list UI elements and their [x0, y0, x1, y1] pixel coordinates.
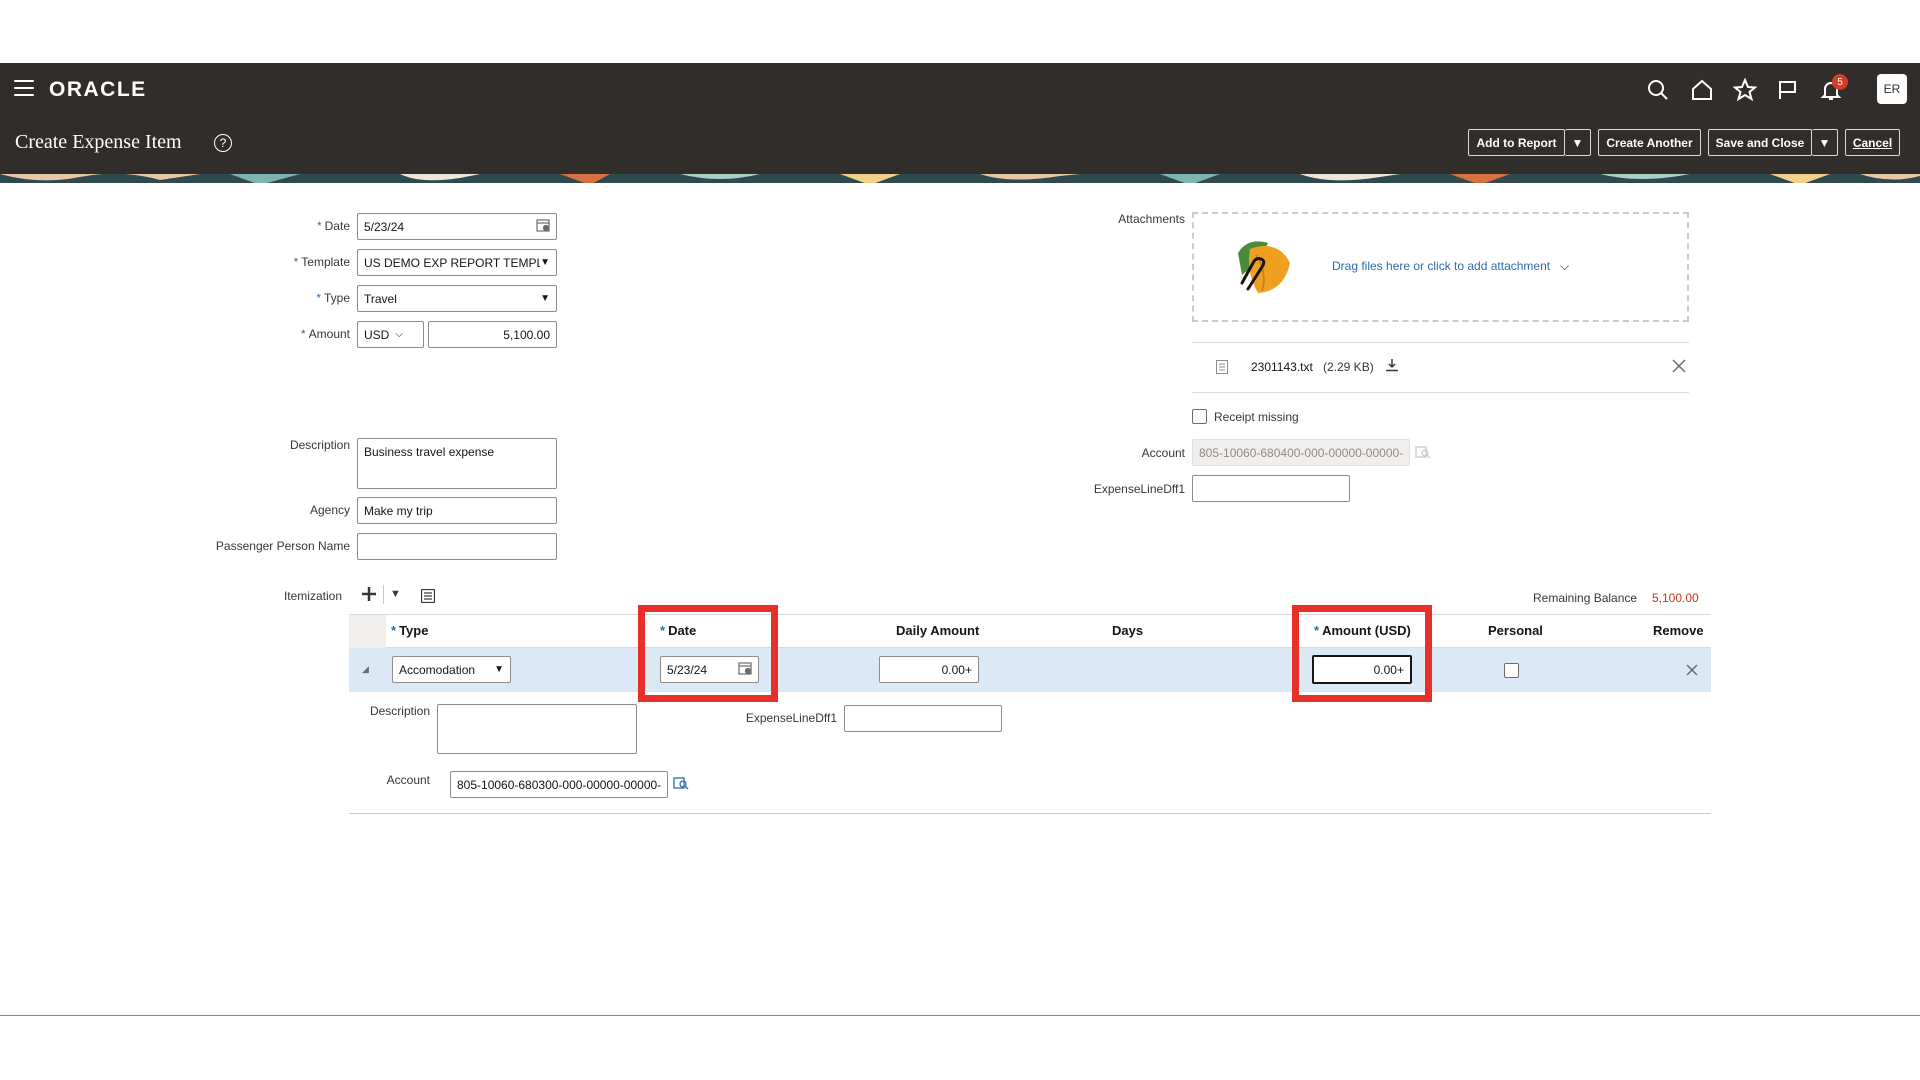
file-icon: [1216, 360, 1228, 374]
caret-down-icon[interactable]: ▼: [390, 588, 401, 600]
add-to-report-button[interactable]: Add to Report: [1468, 129, 1565, 156]
amount-input[interactable]: 5,100.00: [428, 321, 557, 348]
row-amount-usd-input[interactable]: 0.00+: [1312, 655, 1412, 684]
page-title: Create Expense Item: [15, 131, 182, 153]
caret-down-icon: ▼: [1818, 135, 1831, 150]
caret-down-icon: ▼: [1571, 135, 1584, 150]
row-daily-amount-input[interactable]: 0.00+: [879, 656, 979, 683]
expense-line-dff1-input[interactable]: [1192, 475, 1350, 502]
row-description-label: Description: [369, 704, 430, 718]
notification-count-badge: 5: [1832, 74, 1848, 90]
expense-line-dff1-label: ExpenseLineDff1: [1093, 482, 1185, 496]
column-header-daily-amount[interactable]: Daily Amount: [896, 623, 979, 638]
itemization-bottom-divider: [349, 813, 1711, 814]
description-label: Description: [289, 438, 350, 452]
chevron-down-icon: ▼: [540, 293, 550, 304]
row-expense-line-dff1-input[interactable]: [844, 705, 1002, 732]
search-icon[interactable]: [1644, 76, 1672, 104]
page-bottom-divider: [0, 1015, 1920, 1016]
account-field-readonly: 805-10060-680400-000-00000-00000-(: [1192, 439, 1410, 466]
passenger-person-name-input[interactable]: [357, 533, 557, 560]
attachment-divider: [1192, 392, 1689, 393]
chevron-down-icon[interactable]: ⌵: [1560, 259, 1569, 274]
row-expense-line-dff1-label: ExpenseLineDff1: [745, 711, 837, 725]
column-header-type[interactable]: * Type: [391, 623, 428, 638]
row-remove-icon[interactable]: [1686, 663, 1698, 676]
date-label: * Date: [316, 219, 350, 233]
agency-input[interactable]: Make my trip: [357, 497, 557, 524]
row-account-label: Account: [386, 773, 430, 787]
add-to-report-dropdown-button[interactable]: ▼: [1565, 129, 1591, 156]
toolbar-separator: [383, 585, 384, 604]
description-textarea[interactable]: Business travel expense: [357, 438, 557, 489]
remaining-balance-value: 5,100.00: [1652, 591, 1699, 605]
attachment-file-name[interactable]: 2301143.txt: [1251, 360, 1313, 374]
account-search-icon[interactable]: [1415, 444, 1431, 460]
flag-icon[interactable]: [1774, 76, 1802, 104]
receipt-missing-label: Receipt missing: [1214, 410, 1299, 424]
receipt-missing-checkbox[interactable]: [1192, 409, 1207, 424]
itemization-label: Itemization: [283, 589, 342, 603]
attachment-leaf-icon: [1228, 233, 1294, 299]
amount-column-highlight: [1292, 605, 1432, 702]
attachment-file-size: (2.29 KB): [1323, 360, 1374, 374]
account-label: Account: [1141, 446, 1185, 460]
type-label: * Type: [316, 291, 350, 305]
row-type-select[interactable]: Accomodation ▼: [392, 656, 511, 683]
type-select[interactable]: Travel ▼: [357, 285, 557, 312]
detach-table-icon[interactable]: [420, 588, 436, 604]
column-header-days[interactable]: Days: [1112, 623, 1143, 638]
attachments-label: Attachments: [1118, 212, 1185, 226]
remaining-balance-label: Remaining Balance: [1533, 591, 1638, 605]
oracle-logo[interactable]: ORACLE: [49, 78, 147, 102]
top-header-bar: [0, 63, 1920, 177]
save-and-close-dropdown-button[interactable]: ▼: [1812, 129, 1838, 156]
star-icon[interactable]: [1731, 76, 1759, 104]
add-icon[interactable]: [360, 585, 378, 603]
cancel-button[interactable]: Cancel: [1845, 129, 1900, 156]
passenger-person-name-label: Passenger Person Name: [215, 539, 350, 553]
user-avatar[interactable]: ER: [1877, 74, 1907, 104]
row-account-input[interactable]: 805-10060-680300-000-00000-00000-(: [450, 771, 668, 798]
date-field[interactable]: 5/23/24: [357, 213, 557, 240]
chevron-down-icon: ▼: [540, 257, 550, 268]
add-attachment-link[interactable]: Drag files here or click to add attachme…: [1332, 259, 1550, 273]
currency-select[interactable]: USD ⌵: [357, 321, 424, 348]
help-icon[interactable]: ?: [214, 134, 232, 152]
save-and-close-button[interactable]: Save and Close: [1708, 129, 1812, 156]
template-label: * Template: [293, 255, 350, 269]
row-description-textarea[interactable]: [437, 704, 637, 754]
row-date-field[interactable]: 5/23/24: [660, 656, 759, 683]
decorative-banner: [0, 172, 1920, 183]
create-another-button[interactable]: Create Another: [1598, 129, 1701, 156]
home-icon[interactable]: [1688, 76, 1716, 104]
amount-label: * Amount: [300, 327, 350, 341]
row-personal-checkbox[interactable]: [1504, 663, 1519, 678]
table-header-spacer: [349, 615, 386, 648]
calendar-icon[interactable]: [738, 661, 752, 678]
date-column-highlight: [638, 605, 778, 702]
calendar-icon[interactable]: [536, 218, 550, 235]
row-collapse-icon[interactable]: ◢: [362, 664, 369, 675]
template-select[interactable]: US DEMO EXP REPORT TEMPL ▼: [357, 249, 557, 276]
column-header-personal[interactable]: Personal: [1488, 623, 1543, 638]
chevron-down-icon: ⌵: [395, 329, 403, 340]
download-icon[interactable]: [1385, 358, 1399, 372]
chevron-down-icon: ▼: [494, 664, 504, 675]
account-search-icon[interactable]: [673, 775, 689, 791]
remove-attachment-icon[interactable]: [1672, 359, 1686, 373]
menu-icon[interactable]: [14, 80, 34, 96]
column-header-remove[interactable]: Remove: [1653, 623, 1704, 638]
attachment-divider: [1192, 342, 1689, 343]
agency-label: Agency: [309, 503, 350, 517]
